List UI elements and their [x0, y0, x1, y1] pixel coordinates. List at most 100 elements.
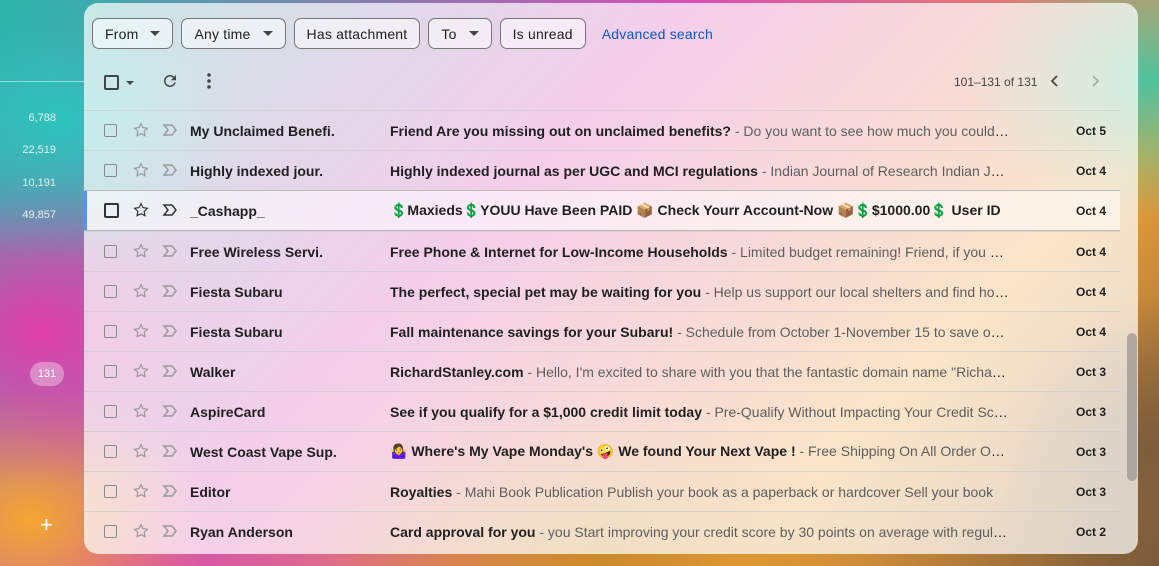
select-dropdown-icon[interactable]: [126, 81, 134, 85]
chevron-down-icon: [262, 31, 273, 36]
chip-label: Any time: [194, 25, 251, 42]
importance-marker-icon[interactable]: [162, 364, 178, 378]
row-checkbox[interactable]: [104, 525, 117, 538]
email-date: Oct 4: [1075, 203, 1106, 218]
star-icon[interactable]: [132, 201, 150, 219]
importance-marker-icon[interactable]: [162, 324, 178, 338]
chevron-down-icon: [150, 31, 161, 36]
email-sender: Fiesta Subaru: [190, 283, 283, 300]
list-toolbar: 101–131 of 131: [84, 65, 1138, 101]
row-checkbox[interactable]: [104, 405, 117, 418]
email-subject: Friend Are you missing out on unclaimed …: [390, 122, 731, 139]
importance-marker-icon[interactable]: [162, 244, 178, 258]
email-date: Oct 3: [1075, 364, 1106, 379]
row-checkbox[interactable]: [104, 445, 117, 458]
email-content: 💲Maxieds💲YOUU Have Been PAID 📦 Check You…: [390, 202, 1010, 219]
chevron-down-icon: [468, 31, 479, 36]
email-content: RichardStanley.com - Hello, I'm excited …: [390, 364, 1010, 380]
star-icon[interactable]: [132, 121, 150, 139]
importance-marker-icon[interactable]: [162, 284, 178, 298]
filter-chip-any-time[interactable]: Any time: [181, 18, 286, 49]
more-vert-icon[interactable]: [202, 71, 216, 91]
email-row[interactable]: West Coast Vape Sup. 🤷‍♀️ Where's My Vape…: [84, 431, 1120, 471]
chevron-right-icon[interactable]: [1086, 71, 1104, 91]
email-snippet: - Pre-Qualify Without Impacting Your Cre…: [702, 403, 1010, 420]
email-row[interactable]: Free Wireless Servi. Free Phone & Interne…: [84, 231, 1120, 271]
email-row[interactable]: Highly indexed jour. Highly indexed journ…: [84, 150, 1120, 190]
importance-marker-icon[interactable]: [162, 444, 178, 458]
star-icon[interactable]: [132, 282, 150, 300]
filter-chip-from[interactable]: From: [92, 18, 174, 49]
star-icon[interactable]: [132, 242, 150, 260]
email-snippet: - Hello, I'm excited to share with you t…: [527, 363, 1010, 380]
advanced-search-link[interactable]: Advanced search: [602, 26, 713, 42]
email-sender: Walker: [190, 363, 236, 380]
star-icon[interactable]: [132, 402, 150, 420]
email-row[interactable]: Fiesta Subaru Fall maintenance savings fo…: [84, 311, 1120, 351]
row-checkbox[interactable]: [104, 365, 117, 378]
label-count: 49,857: [22, 209, 56, 221]
label-count: 22,519: [22, 144, 56, 156]
refresh-icon[interactable]: [161, 72, 179, 90]
email-snippet: - Mahi Book Publication Publish your boo…: [452, 483, 994, 500]
chip-label: Is unread: [512, 25, 573, 42]
row-checkbox[interactable]: [104, 485, 117, 498]
email-subject: See if you qualify for a $1,000 credit l…: [390, 403, 702, 420]
filter-chip-is-unread[interactable]: Is unread: [499, 18, 586, 49]
pagination-text: 101–131 of 131: [954, 75, 1038, 89]
star-icon[interactable]: [132, 482, 150, 500]
email-date: Oct 3: [1075, 404, 1106, 419]
email-subject: Card approval for you: [390, 523, 536, 540]
star-icon[interactable]: [132, 322, 150, 340]
email-row[interactable]: _Cashapp_ 💲Maxieds💲YOUU Have Been PAID 📦 …: [84, 190, 1120, 231]
filter-chip-to[interactable]: To: [428, 18, 492, 49]
importance-marker-icon[interactable]: [162, 484, 178, 498]
star-icon[interactable]: [132, 161, 150, 179]
importance-marker-icon[interactable]: [162, 203, 178, 217]
row-checkbox[interactable]: [104, 285, 117, 298]
chevron-left-icon[interactable]: [1046, 71, 1064, 91]
importance-marker-icon[interactable]: [162, 524, 178, 538]
chip-label: From: [105, 25, 139, 42]
importance-marker-icon[interactable]: [162, 123, 178, 137]
email-row[interactable]: Editor Royalties - Mahi Book Publication …: [84, 471, 1120, 511]
email-sender: Highly indexed jour.: [190, 162, 324, 179]
chip-label: Has attachment: [306, 25, 408, 42]
email-content: Royalties - Mahi Book Publication Publis…: [390, 484, 1010, 500]
importance-marker-icon[interactable]: [162, 404, 178, 418]
email-content: Free Phone & Internet for Low-Income Hou…: [390, 244, 1010, 260]
rail-divider: [0, 81, 84, 82]
filter-chip-has-attachment[interactable]: Has attachment: [293, 18, 421, 49]
select-all-checkbox[interactable]: [104, 75, 119, 90]
email-row[interactable]: Ryan Anderson Card approval for you - you…: [84, 511, 1120, 551]
email-row[interactable]: Walker RichardStanley.com - Hello, I'm ex…: [84, 351, 1120, 391]
email-row[interactable]: Fiesta Subaru The perfect, special pet ma…: [84, 271, 1120, 311]
email-subject: Fall maintenance savings for your Subaru…: [390, 323, 674, 340]
compose-plus-icon[interactable]: +: [40, 512, 53, 538]
email-row[interactable]: AspireCard See if you qualify for a $1,00…: [84, 391, 1120, 431]
row-checkbox[interactable]: [104, 203, 119, 218]
email-snippet: - Limited budget remaining! Friend, if y…: [727, 243, 1010, 260]
star-icon[interactable]: [132, 522, 150, 540]
star-icon[interactable]: [132, 362, 150, 380]
row-checkbox[interactable]: [104, 124, 117, 137]
email-list: My Unclaimed Benefi. Friend Are you missi…: [84, 110, 1120, 551]
row-checkbox[interactable]: [104, 245, 117, 258]
email-content: Friend Are you missing out on unclaimed …: [390, 123, 1010, 139]
email-content: Highly indexed journal as per UGC and MC…: [390, 163, 1010, 179]
label-count: 10,191: [22, 177, 56, 189]
row-checkbox[interactable]: [104, 164, 117, 177]
star-icon[interactable]: [132, 442, 150, 460]
email-sender: AspireCard: [190, 403, 266, 420]
importance-marker-icon[interactable]: [162, 163, 178, 177]
email-snippet: - Free Shipping On All Order Over: [795, 443, 1010, 459]
unread-count-badge[interactable]: 131: [30, 362, 64, 386]
scrollbar[interactable]: [1127, 333, 1137, 481]
row-checkbox[interactable]: [104, 325, 117, 338]
email-content: 🤷‍♀️ Where's My Vape Monday's 🤪 We found…: [390, 443, 1010, 460]
chip-label: To: [441, 25, 457, 42]
email-snippet: - Schedule from October 1-November 15 to…: [673, 323, 1010, 340]
email-subject: The perfect, special pet may be waiting …: [390, 283, 702, 300]
email-subject: RichardStanley.com: [390, 363, 524, 380]
email-row[interactable]: My Unclaimed Benefi. Friend Are you missi…: [84, 110, 1120, 150]
